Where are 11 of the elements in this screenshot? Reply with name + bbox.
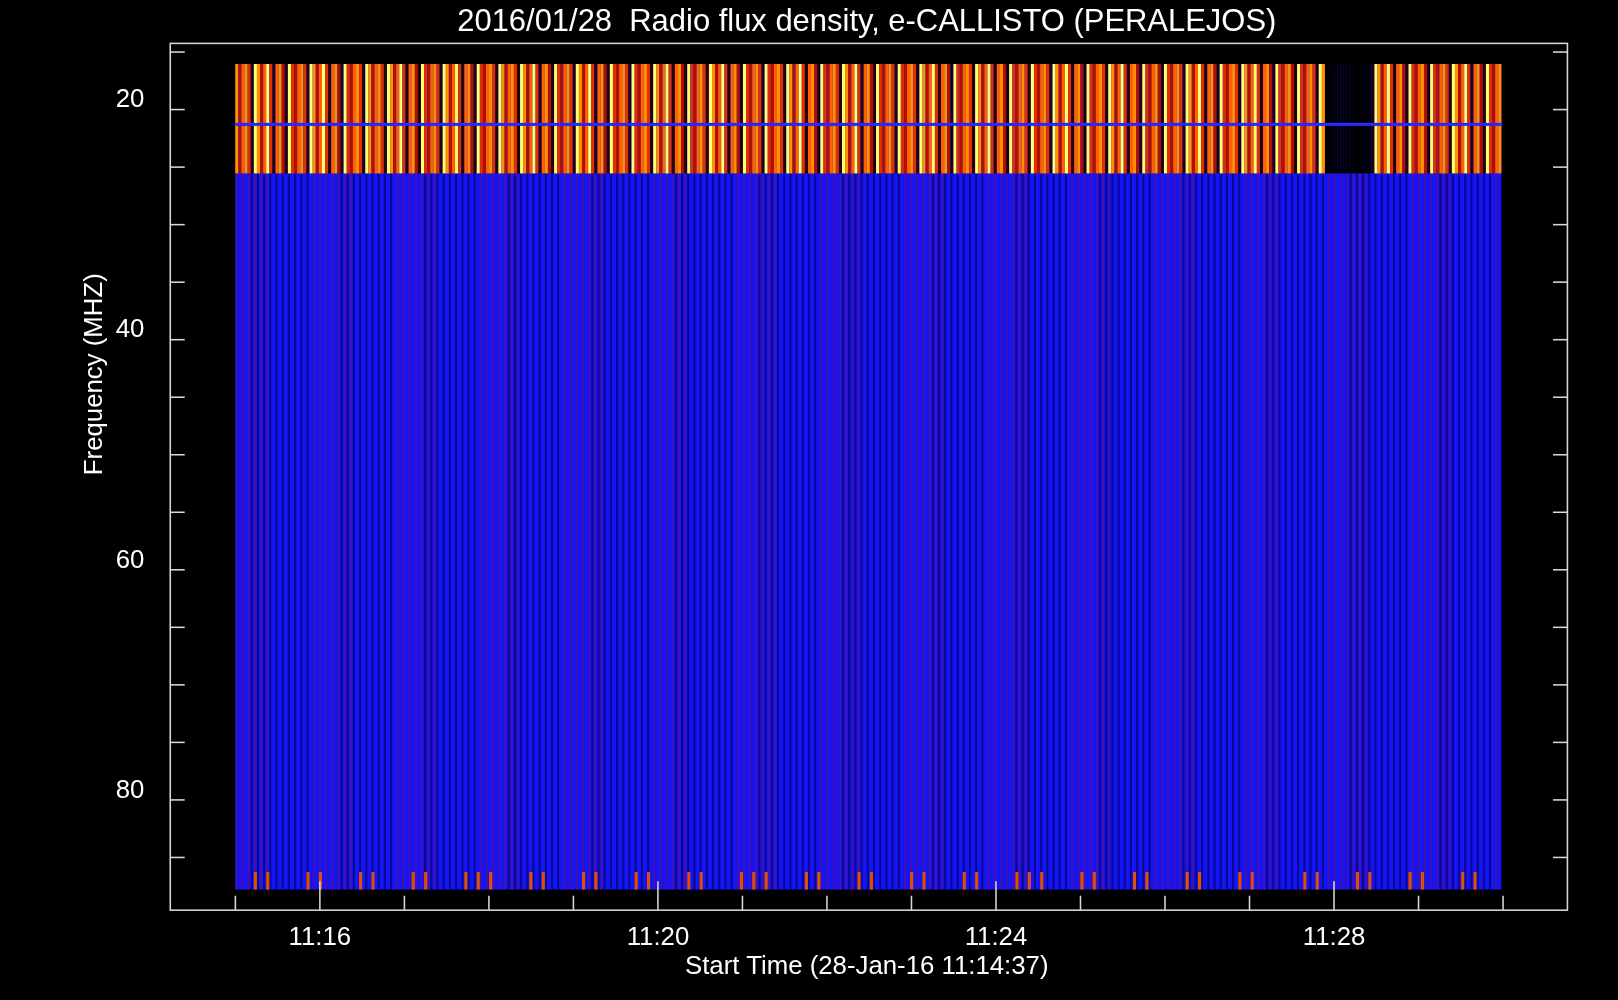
y-tick-label: 80 <box>115 774 145 803</box>
x-tick-label: 11:28 <box>1302 922 1366 951</box>
chart-title: 2016/01/28 Radio flux density, e-CALLISTO (PERALEJOS) <box>457 3 1277 38</box>
x-tick-label: 11:24 <box>964 922 1028 951</box>
y-tick-label: 60 <box>115 544 145 573</box>
y-tick-label: 40 <box>115 314 145 343</box>
y-axis-label: Frequency (MHZ) <box>79 273 108 476</box>
y-tick-label: 20 <box>115 84 145 113</box>
x-tick-label: 11:16 <box>288 922 352 951</box>
x-axis-label: Start Time (28-Jan-16 11:14:37) <box>685 951 1049 980</box>
x-tick-label: 11:20 <box>626 922 690 951</box>
